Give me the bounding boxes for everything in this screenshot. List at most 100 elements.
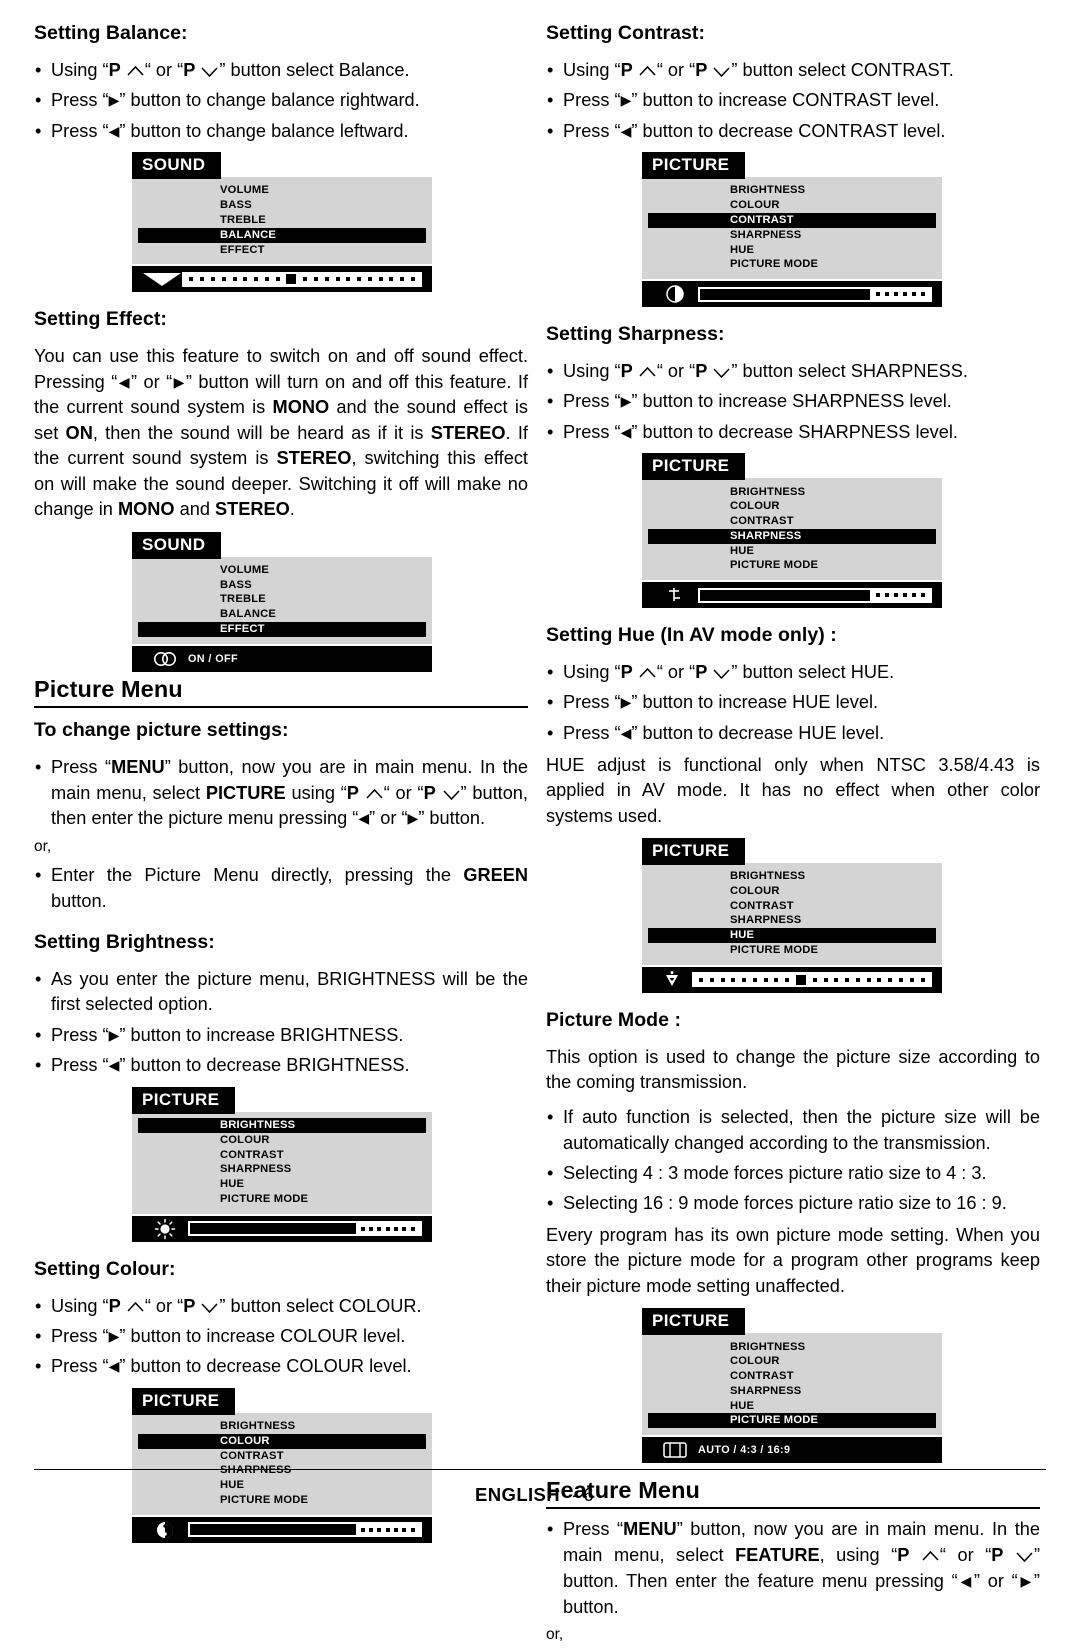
- osd-menu-item[interactable]: BASS: [132, 578, 432, 593]
- p-down-icon: [200, 66, 219, 78]
- osd-menu-item[interactable]: PICTURE MODE: [642, 257, 942, 272]
- osd-menu-item[interactable]: COLOUR: [642, 1354, 942, 1369]
- brightness-slider[interactable]: [188, 1221, 422, 1237]
- osd-menu-item[interactable]: VOLUME: [132, 563, 432, 578]
- osd-menu-item[interactable]: BRIGHTNESS: [642, 869, 942, 884]
- osd-menu-item[interactable]: EFFECT: [132, 243, 432, 258]
- footer-language: ENGLISH: [475, 1484, 561, 1505]
- contrast-half-circle-icon: [652, 284, 698, 304]
- hue-slider[interactable]: [691, 972, 932, 988]
- osd-menu-item[interactable]: PICTURE MODE: [132, 1192, 432, 1207]
- osd-menu-item-selected[interactable]: SHARPNESS: [648, 528, 936, 544]
- heading-setting-contrast: Setting Contrast:: [546, 22, 706, 44]
- osd-sound-balance: SOUND VOLUME BASS TREBLE BALANCE EFFECT: [132, 152, 528, 293]
- left-column: Setting Balance: Using “P “ or “P ” butt…: [34, 22, 528, 1651]
- list-item: If auto function is selected, then the p…: [546, 1105, 1040, 1157]
- osd-menu-list: BRIGHTNESS COLOUR CONTRAST SHARPNESS HUE…: [132, 1111, 432, 1214]
- osd-menu-item[interactable]: BRIGHTNESS: [132, 1419, 432, 1434]
- slider-fill: [190, 1223, 356, 1235]
- osd-menu-item[interactable]: PICTURE MODE: [642, 943, 942, 958]
- osd-menu-item[interactable]: PICTURE MODE: [642, 558, 942, 573]
- osd-menu-item-selected[interactable]: BALANCE: [138, 227, 426, 243]
- osd-menu-item[interactable]: BALANCE: [132, 607, 432, 622]
- osd-menu-item[interactable]: TREBLE: [132, 213, 432, 228]
- osd-title: PICTURE: [132, 1387, 236, 1415]
- osd-value-bar: [642, 281, 942, 308]
- osd-menu-item-selected[interactable]: HUE: [648, 928, 936, 943]
- left-arrow-icon: ◀: [108, 122, 120, 139]
- page-footer: ENGLISH - 6 -: [0, 1484, 1080, 1506]
- osd-menu-item[interactable]: CONTRAST: [642, 514, 942, 529]
- colour-slider[interactable]: [188, 1522, 422, 1538]
- list-item: Selecting 16 : 9 mode forces picture rat…: [546, 1191, 1040, 1217]
- list-item: Press “◀” button to decrease HUE level.: [546, 721, 1040, 747]
- osd-menu-item[interactable]: BRIGHTNESS: [642, 1339, 942, 1354]
- osd-menu-item[interactable]: VOLUME: [132, 183, 432, 198]
- list-item: Press “▶” button to change balance right…: [34, 88, 528, 114]
- osd-menu-item[interactable]: COLOUR: [132, 1133, 432, 1148]
- osd-value-bar: [642, 582, 942, 609]
- list-item: Press “▶” button to increase CONTRAST le…: [546, 88, 1040, 114]
- heading-change-picture-settings: To change picture settings:: [34, 718, 289, 741]
- osd-menu-item[interactable]: BRIGHTNESS: [642, 484, 942, 499]
- osd-menu-item[interactable]: HUE: [642, 1399, 942, 1414]
- osd-menu-item[interactable]: BRIGHTNESS: [642, 183, 942, 198]
- contrast-bullets: Using “P “ or “P ” button select CONTRAS…: [546, 58, 1040, 144]
- osd-menu-item[interactable]: HUE: [642, 243, 942, 258]
- osd-menu-item[interactable]: CONTRAST: [132, 1147, 432, 1162]
- heading-setting-hue: Setting Hue (In AV mode only) :: [546, 624, 837, 647]
- osd-sound-effect: SOUND VOLUME BASS TREBLE BALANCE EFFECT …: [132, 531, 528, 672]
- manual-page: Setting Balance: Using “P “ or “P ” butt…: [0, 0, 1080, 1643]
- osd-menu-item[interactable]: CONTRAST: [642, 899, 942, 914]
- list-item: Using “P “ or “P ” button select HUE.: [546, 660, 1040, 686]
- osd-menu-item[interactable]: SHARPNESS: [132, 1463, 432, 1478]
- osd-bar-label: AUTO / 4:3 / 16:9: [698, 1444, 791, 1457]
- slider-fill: [190, 1524, 356, 1536]
- osd-menu-item-selected[interactable]: PICTURE MODE: [648, 1413, 936, 1429]
- osd-menu-item[interactable]: CONTRAST: [132, 1449, 432, 1464]
- osd-menu-item[interactable]: SHARPNESS: [642, 913, 942, 928]
- list-item: Press “MENU” button, now you are in main…: [34, 755, 528, 832]
- osd-menu-item[interactable]: COLOUR: [642, 884, 942, 899]
- osd-menu-item[interactable]: HUE: [642, 544, 942, 559]
- list-item: Press “◀” button to decrease SHARPNESS l…: [546, 420, 1040, 446]
- brightness-sun-icon: [142, 1218, 188, 1240]
- picture-mode-paragraph-2: Every program has its own picture mode s…: [546, 1224, 1040, 1296]
- osd-menu-item[interactable]: BASS: [132, 198, 432, 213]
- list-item: As you enter the picture menu, BRIGHTNES…: [34, 967, 528, 1019]
- balance-slider[interactable]: [182, 271, 423, 287]
- osd-menu-list: BRIGHTNESS COLOUR CONTRAST SHARPNESS HUE…: [642, 177, 942, 280]
- contrast-slider[interactable]: [698, 286, 932, 302]
- osd-menu-item[interactable]: COLOUR: [642, 198, 942, 213]
- osd-menu-item[interactable]: COLOUR: [642, 499, 942, 514]
- osd-menu-item[interactable]: SHARPNESS: [132, 1162, 432, 1177]
- hue-bullets: Using “P “ or “P ” button select HUE. Pr…: [546, 660, 1040, 746]
- picture-mode-paragraph-1: This option is used to change the pictur…: [546, 1046, 1040, 1093]
- sharpness-slider[interactable]: [698, 587, 932, 603]
- slider-knob[interactable]: [286, 274, 297, 285]
- slider-dots: [870, 292, 930, 297]
- osd-menu-item[interactable]: SHARPNESS: [642, 1384, 942, 1399]
- colour-bullets: Using “P “ or “P ” button select COLOUR.…: [34, 1294, 528, 1380]
- osd-title: PICTURE: [642, 838, 746, 866]
- osd-menu-item[interactable]: TREBLE: [132, 592, 432, 607]
- osd-menu-item[interactable]: HUE: [132, 1177, 432, 1192]
- osd-menu-item-selected[interactable]: CONTRAST: [648, 212, 936, 228]
- list-item: Press “MENU” button, now you are in main…: [546, 1517, 1040, 1620]
- slider-dots: [870, 593, 930, 598]
- osd-title: PICTURE: [132, 1086, 236, 1114]
- osd-menu-item[interactable]: CONTRAST: [642, 1369, 942, 1384]
- osd-menu-item-selected[interactable]: EFFECT: [138, 621, 426, 637]
- osd-picture-colour: PICTURE BRIGHTNESS COLOUR CONTRAST SHARP…: [132, 1387, 528, 1543]
- heading-picture-menu: Picture Menu: [34, 675, 183, 702]
- osd-menu-item-selected[interactable]: COLOUR: [138, 1433, 426, 1449]
- stereo-effect-icon: [142, 651, 188, 667]
- list-item: Press “◀” button to decrease CONTRAST le…: [546, 119, 1040, 145]
- list-item: Press “▶” button to increase BRIGHTNESS.: [34, 1023, 528, 1049]
- osd-menu-item[interactable]: SHARPNESS: [642, 228, 942, 243]
- slider-knob[interactable]: [796, 974, 807, 985]
- osd-title: SOUND: [132, 152, 222, 180]
- colour-wheel-icon: [142, 1520, 188, 1540]
- osd-menu-item-selected[interactable]: BRIGHTNESS: [138, 1117, 426, 1133]
- osd-menu-list: BRIGHTNESS COLOUR CONTRAST SHARPNESS HUE…: [642, 1333, 942, 1436]
